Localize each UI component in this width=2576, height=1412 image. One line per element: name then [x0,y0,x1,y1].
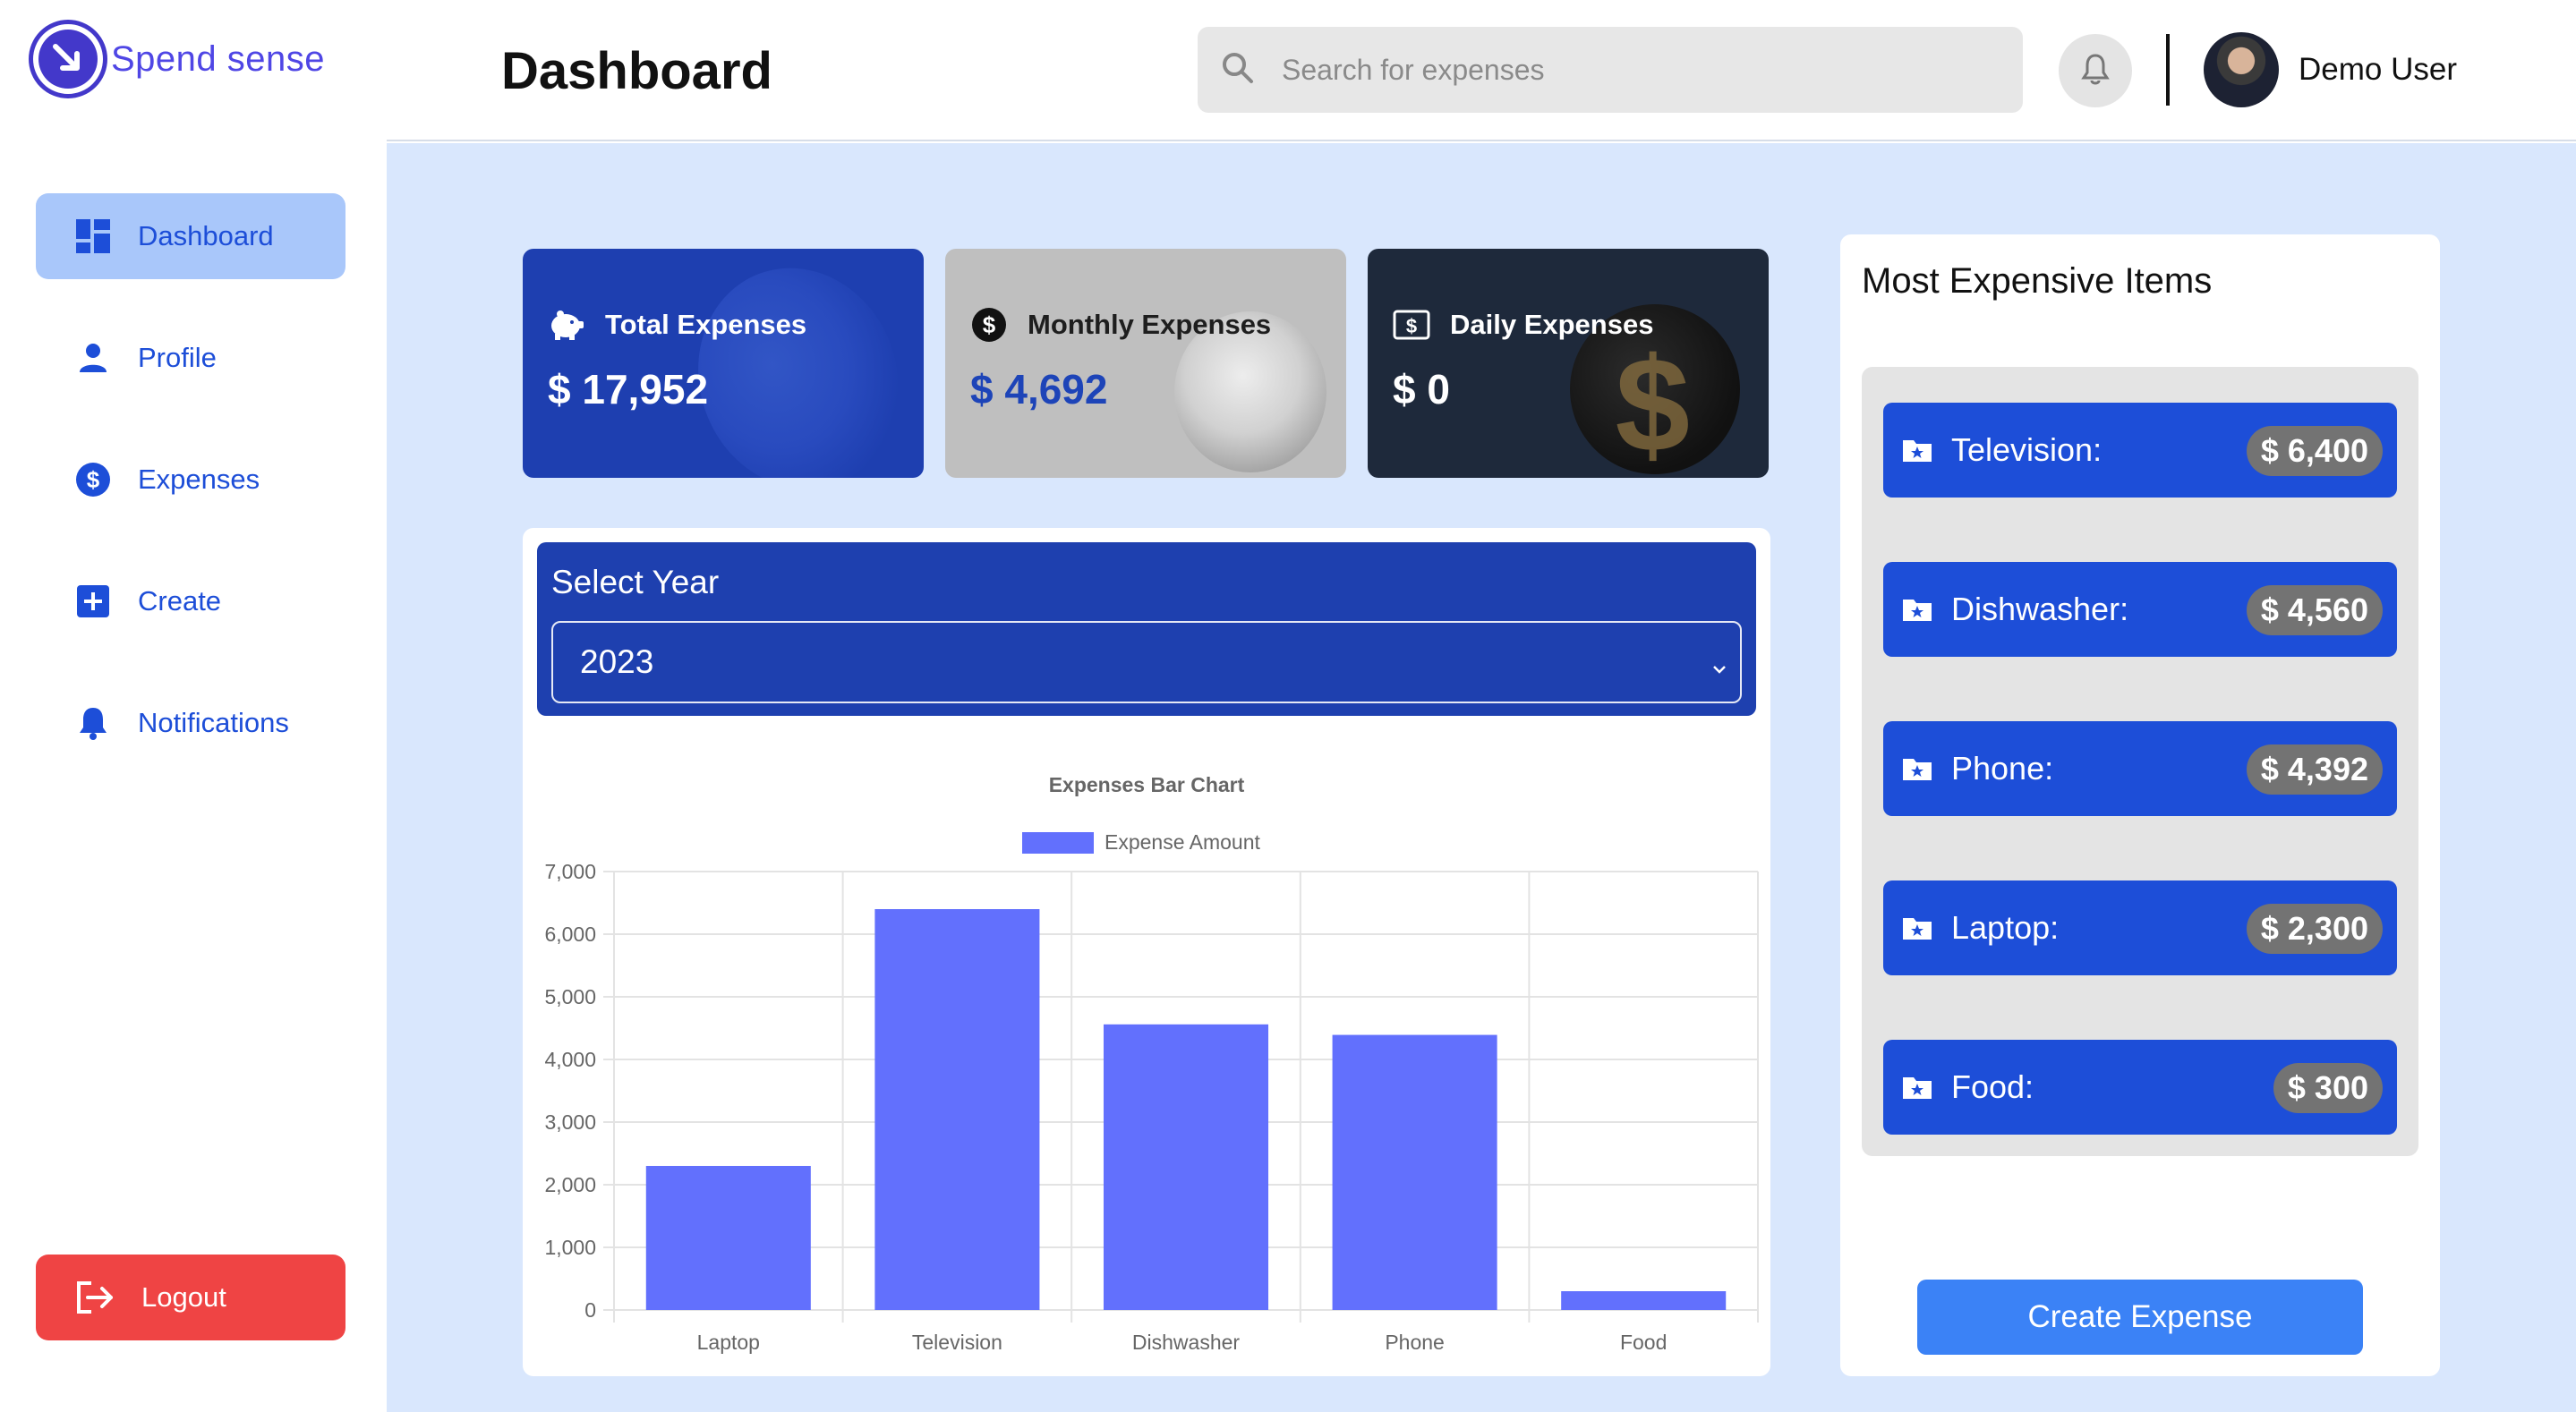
item-name: Television: [1951,431,2103,468]
create-expense-button[interactable]: Create Expense [1917,1280,2363,1355]
dashboard-grid-icon [75,218,111,254]
y-tick-label: 0 [584,1298,596,1322]
bar-dishwasher [1103,1024,1269,1310]
item-price-badge: $ 300 [2273,1063,2383,1113]
item-price-badge: $ 4,392 [2246,744,2383,795]
logo-text: Spend sense [111,38,326,79]
svg-text:$: $ [87,466,100,493]
card-value: $ 0 [1393,366,1450,413]
dollar-circle-icon: $ [970,306,1008,344]
card-label: Monthly Expenses [1028,309,1272,340]
logout-icon [75,1280,115,1315]
svg-text:$: $ [983,311,996,338]
expenses-bar-chart: 0 1,000 2,000 3,000 4,000 5,000 6,000 7,000 Lapt… [544,860,1759,1354]
y-tick-label: 5,000 [544,985,596,1008]
item-name: Dishwasher: [1951,591,2129,627]
sidebar-item-expenses[interactable]: $ Expenses [36,437,345,523]
plus-square-icon [75,583,111,619]
sidebar-nav: Dashboard Profile $ Expenses Create Noti… [36,193,345,802]
main-content: Total Expenses $ 17,952 $ Monthly Expens… [387,143,2576,1412]
item-price-badge: $ 4,560 [2246,585,2383,635]
y-tick-label: 7,000 [544,860,596,883]
search-icon [1221,51,1255,89]
bar-food [1561,1291,1727,1310]
y-tick-label: 4,000 [544,1048,596,1071]
card-label: Total Expenses [605,309,807,340]
bar-phone [1332,1034,1497,1310]
x-tick-label: Food [1620,1331,1667,1354]
sidebar-item-label: Create [138,585,222,617]
x-tick-label: Television [912,1331,1002,1354]
sidebar: Spend sense Dashboard Profile $ Expenses… [0,0,387,1412]
top-header: Dashboard Demo User [387,0,2576,141]
expensive-item[interactable]: Laptop: $ 2,300 [1883,880,2397,975]
item-name: Food: [1951,1068,2034,1105]
y-tick-label: 2,000 [544,1173,596,1196]
user-name: Demo User [2299,52,2457,87]
card-value: $ 4,692 [970,366,1108,413]
card-value: $ 17,952 [548,366,709,413]
svg-text:$: $ [1406,315,1417,337]
bar-television [874,909,1040,1310]
header-divider [2166,34,2170,106]
sidebar-item-notifications[interactable]: Notifications [36,680,345,766]
search-bar[interactable] [1198,27,2023,113]
daily-expenses-card: $ $ Daily Expenses $ 0 [1368,249,1769,478]
folder-star-icon [1901,914,1933,941]
x-tick-label: Dishwasher [1132,1331,1240,1354]
dollar-circle-icon: $ [75,462,111,498]
sidebar-item-create[interactable]: Create [36,558,345,644]
page-title: Dashboard [501,42,772,100]
sidebar-item-profile[interactable]: Profile [36,315,345,401]
person-icon [75,340,111,376]
folder-star-icon [1901,596,1933,623]
folder-star-icon [1901,1074,1933,1101]
logout-label: Logout [141,1281,226,1313]
logo[interactable]: Spend sense [29,20,325,98]
y-tick-label: 6,000 [544,923,596,946]
sidebar-item-dashboard[interactable]: Dashboard [36,193,345,279]
expensive-item[interactable]: Food: $ 300 [1883,1040,2397,1135]
coin-decoration [667,249,924,478]
bar-laptop [645,1166,811,1310]
panel-title: Most Expensive Items [1862,261,2213,301]
piggy-bank-icon [548,306,585,344]
x-tick-label: Phone [1385,1331,1445,1354]
folder-star-icon [1901,437,1933,464]
item-price-badge: $ 6,400 [2246,426,2383,476]
card-label: Daily Expenses [1450,309,1654,340]
logo-icon [29,20,107,98]
sidebar-item-label: Profile [138,342,217,373]
item-price-badge: $ 2,300 [2246,904,2383,954]
notification-button[interactable] [2059,34,2132,107]
expensive-items-list: Television: $ 6,400 Dishwasher: $ 4,560 … [1862,367,2418,1156]
expensive-item[interactable]: Phone: $ 4,392 [1883,721,2397,816]
sidebar-item-label: Notifications [138,707,289,738]
logout-button[interactable]: Logout [36,1255,345,1340]
bell-icon [75,705,111,741]
avatar[interactable] [2204,32,2279,107]
money-bill-icon: $ [1393,306,1430,344]
chart-panel: Select Year 2023 Expenses Bar Chart Expe… [523,528,1770,1376]
expensive-item[interactable]: Television: $ 6,400 [1883,403,2397,498]
search-input[interactable] [1282,53,1980,87]
sidebar-item-label: Dashboard [138,220,274,251]
item-name: Laptop: [1951,909,2060,946]
bell-icon [2080,53,2111,89]
x-tick-label: Laptop [697,1331,760,1354]
item-name: Phone: [1951,750,2054,787]
total-expenses-card: Total Expenses $ 17,952 [523,249,924,478]
monthly-expenses-card: $ Monthly Expenses $ 4,692 [945,249,1346,478]
sidebar-item-label: Expenses [138,464,260,495]
folder-star-icon [1901,755,1933,782]
y-tick-label: 1,000 [544,1236,596,1259]
y-tick-label: 3,000 [544,1110,596,1134]
expensive-item[interactable]: Dishwasher: $ 4,560 [1883,562,2397,657]
most-expensive-panel: Most Expensive Items Television: $ 6,400… [1840,234,2440,1376]
